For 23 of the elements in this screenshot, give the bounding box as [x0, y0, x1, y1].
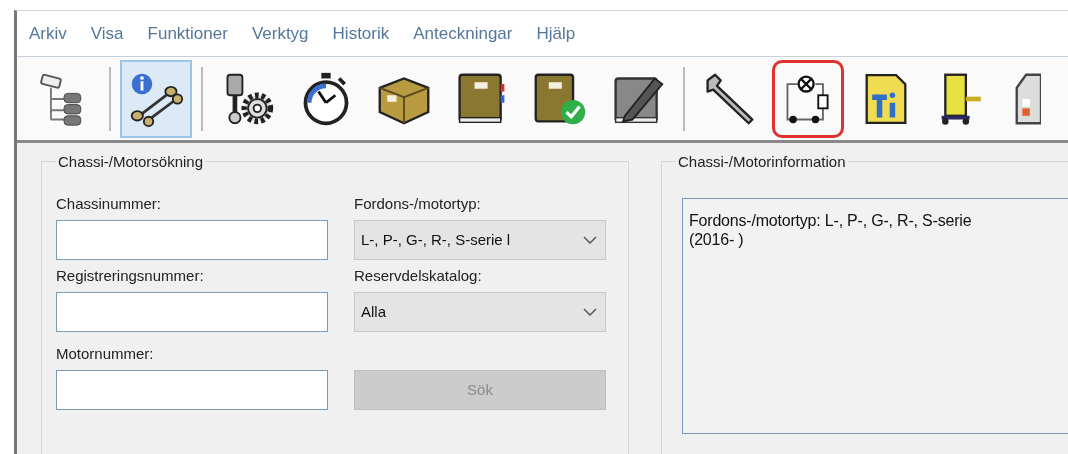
menu-item[interactable]: Anteckningar	[413, 20, 513, 47]
field-label: Chassinummer:	[56, 193, 162, 214]
input-field[interactable]	[56, 370, 328, 410]
menu-item[interactable]: Visa	[90, 20, 124, 47]
toolbar-button[interactable]	[772, 59, 844, 138]
input-field[interactable]	[56, 292, 328, 332]
field-label: Motornummer:	[56, 343, 154, 364]
field-label: Registreringsnummer:	[56, 265, 204, 286]
dropdown[interactable]: Alla	[354, 292, 606, 332]
dropdown[interactable]: L-, P-, G-, R-, S-serie l	[354, 220, 606, 260]
menu-item[interactable]: Historik	[332, 20, 390, 47]
chevron-down-icon	[583, 308, 597, 316]
chevron-down-icon	[583, 236, 597, 244]
info-text-line: Fordons-/motortyp: L-, P-, G-, R-, S-serie	[689, 211, 972, 230]
info-text-line: (2016- )	[689, 230, 744, 249]
field-label: Reservdelskatalog:	[354, 265, 482, 286]
field-label: Fordons-/motortyp:	[354, 193, 481, 214]
toolbar-button[interactable]	[120, 59, 192, 138]
menu-item[interactable]: Funktioner	[147, 20, 228, 47]
menu-item[interactable]: Arkiv	[29, 20, 67, 47]
menu-item[interactable]: Verktyg	[251, 20, 309, 47]
menu-item[interactable]: Hjälp	[536, 20, 576, 47]
input-field[interactable]	[56, 220, 328, 260]
